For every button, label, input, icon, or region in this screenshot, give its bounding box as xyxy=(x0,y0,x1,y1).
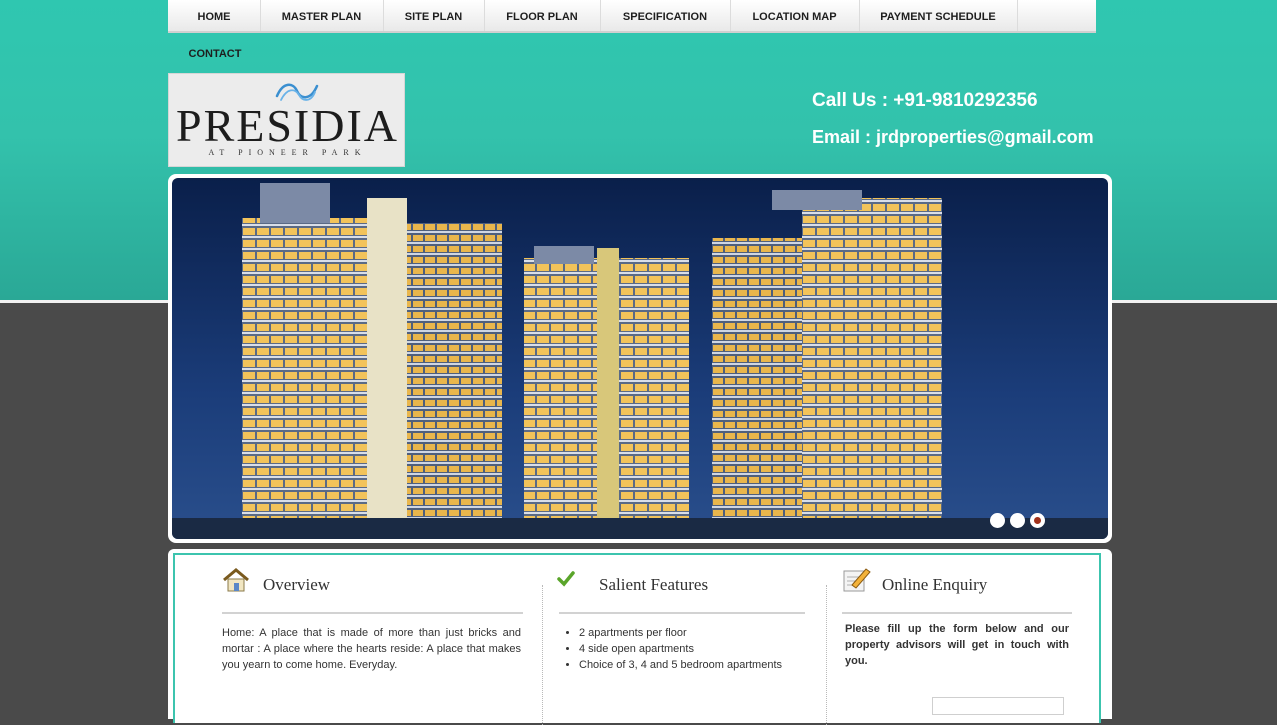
content-panel-inner: Overview Home: A place that is made of m… xyxy=(173,553,1101,725)
features-rule xyxy=(559,612,805,614)
slider-dot-1[interactable] xyxy=(990,513,1005,528)
slider-dot-2[interactable] xyxy=(1010,513,1025,528)
nav-payment-schedule[interactable]: PAYMENT SCHEDULE xyxy=(859,0,1018,31)
pencil-document-icon xyxy=(843,568,871,592)
logo-brand: PRESIDIA xyxy=(175,100,400,151)
feature-item: 2 apartments per floor xyxy=(579,625,805,641)
nav-master-plan[interactable]: MASTER PLAN xyxy=(260,0,384,31)
overview-rule xyxy=(222,612,523,614)
feature-item: Choice of 3, 4 and 5 bedroom apartments xyxy=(579,657,805,673)
email-text[interactable]: Email : jrdproperties@gmail.com xyxy=(812,127,1094,148)
nav-specification[interactable]: SPECIFICATION xyxy=(600,0,731,31)
logo-subtitle: AT PIONEER PARK xyxy=(208,148,367,157)
house-icon xyxy=(223,568,249,592)
column-divider xyxy=(826,585,827,725)
overview-title: Overview xyxy=(263,575,331,594)
features-title: Salient Features xyxy=(599,575,709,594)
nav-location-map[interactable]: LOCATION MAP xyxy=(730,0,860,31)
overview-text: Home: A place that is made of more than … xyxy=(222,627,521,671)
nav-home[interactable]: HOME xyxy=(168,0,261,31)
call-us-text: Call Us : +91-9810292356 xyxy=(812,90,1038,111)
enquiry-text: Please fill up the form below and our pr… xyxy=(845,623,1069,667)
feature-item: 4 side open apartments xyxy=(579,641,805,657)
nav-contact[interactable]: CONTACT xyxy=(168,40,262,68)
nav-floor-plan[interactable]: FLOOR PLAN xyxy=(484,0,601,31)
main-nav: HOME MASTER PLAN SITE PLAN FLOOR PLAN SP… xyxy=(168,0,1096,33)
checkmark-icon xyxy=(557,571,575,587)
enquiry-title: Online Enquiry xyxy=(882,575,988,594)
content-panel: Overview Home: A place that is made of m… xyxy=(168,549,1112,725)
page-wrapper: HOME MASTER PLAN SITE PLAN FLOOR PLAN SP… xyxy=(168,0,1112,725)
hero-image xyxy=(172,178,1108,539)
features-list: 2 apartments per floor 4 side open apart… xyxy=(559,625,805,673)
site-logo[interactable]: PRESIDIA AT PIONEER PARK xyxy=(168,73,405,167)
nav-site-plan[interactable]: SITE PLAN xyxy=(383,0,485,31)
column-divider xyxy=(542,585,543,725)
enquiry-name-input[interactable] xyxy=(932,697,1064,715)
hero-slider xyxy=(168,174,1112,543)
features-list-wrap: 2 apartments per floor 4 side open apart… xyxy=(559,625,805,673)
enquiry-rule xyxy=(842,612,1072,614)
towers-illustration xyxy=(172,178,1108,539)
slider-dot-3-active[interactable] xyxy=(1030,513,1045,528)
